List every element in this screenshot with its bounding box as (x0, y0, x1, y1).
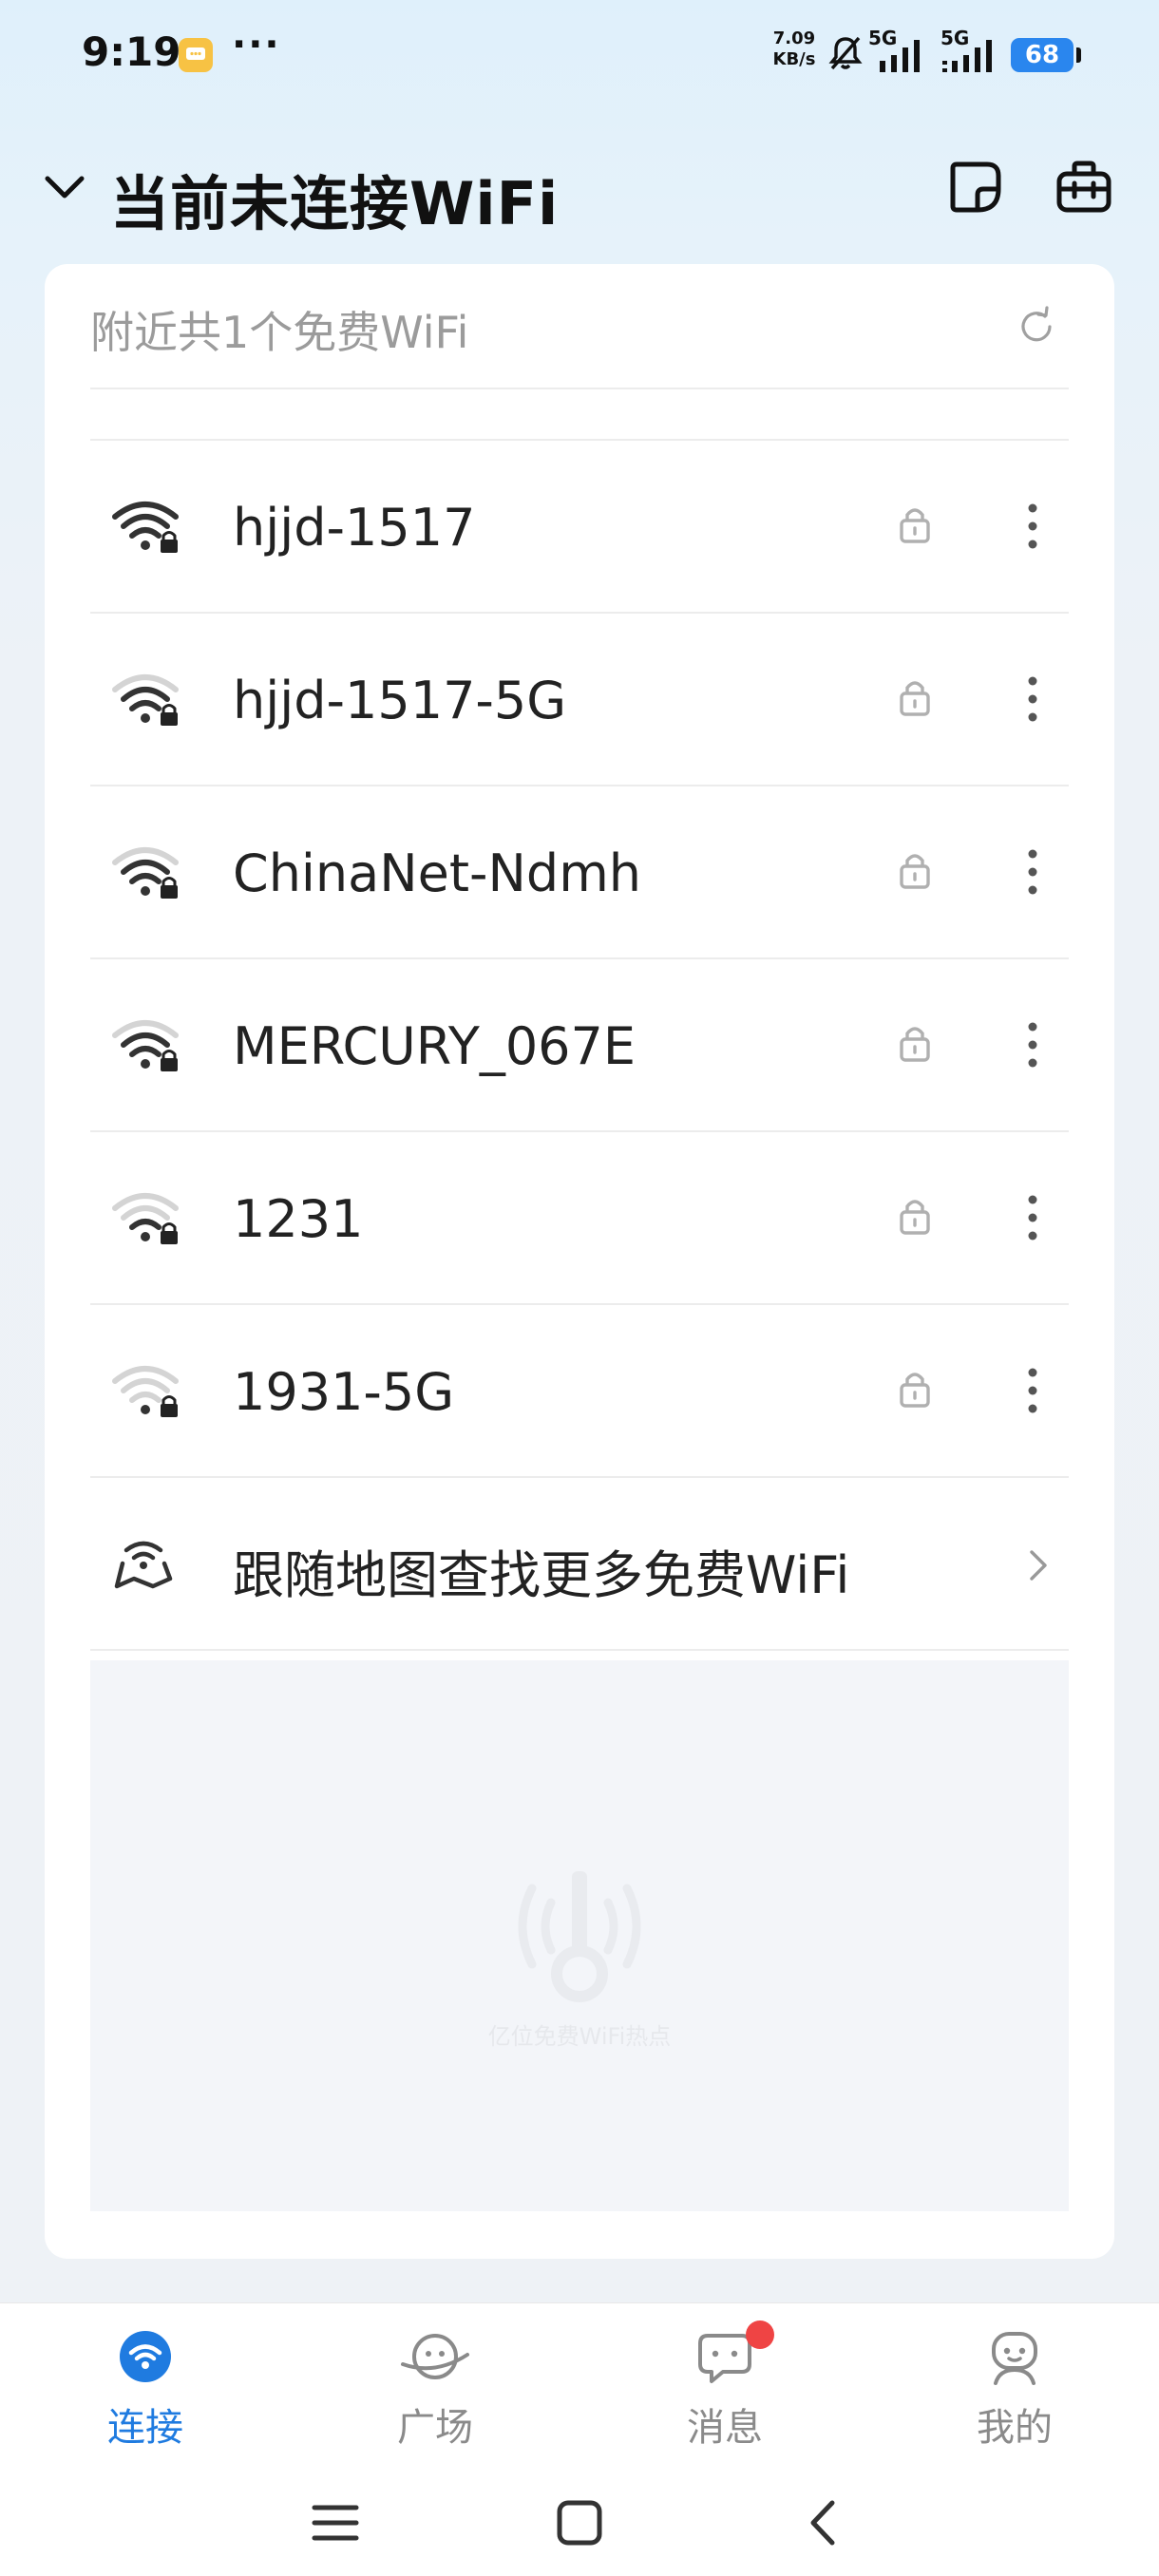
wifi-signal-lock-icon (111, 496, 183, 560)
more-options-icon[interactable] (1014, 494, 1052, 559)
signal-5g-sim2: 5G (940, 27, 1001, 78)
wifi-network-row[interactable]: hjjd-1517-5G (90, 614, 1069, 786)
wifi-network-name: ChinaNet-Ndmh (233, 843, 642, 903)
wifi-network-name: MERCURY_067E (233, 1016, 636, 1076)
map-search-link[interactable]: 跟随地图查找更多免费WiFi (90, 1478, 1069, 1651)
wifi-signal-lock-icon (111, 1014, 183, 1079)
ad-banner[interactable]: 亿位免费WiFi热点 (90, 1660, 1069, 2211)
more-options-icon[interactable] (1014, 840, 1052, 904)
network-speed: 7.09 KB/s (768, 28, 821, 70)
wifi-network-row[interactable]: hjjd-1517 (90, 441, 1069, 614)
back-arrow-icon (810, 2500, 835, 2546)
wifi-network-row[interactable]: 1231 (90, 1132, 1069, 1305)
nearby-count-text: 附近共1个免费WiFi (90, 307, 469, 358)
menu-icon (312, 2505, 359, 2541)
chevron-down-icon[interactable] (42, 169, 87, 211)
map-wifi-icon (113, 1531, 174, 1596)
lock-icon (898, 1368, 932, 1413)
wifi-network-name: 1931-5G (233, 1362, 455, 1422)
more-options-icon[interactable] (1014, 1013, 1052, 1077)
chevron-right-icon (1027, 1548, 1050, 1586)
nearby-summary: 附近共1个免费WiFi (90, 264, 1069, 389)
status-time: 9:19 (82, 28, 181, 75)
planet-face-icon (340, 2320, 530, 2393)
message-app-icon (179, 38, 213, 72)
system-navigation-bar (0, 2464, 1159, 2576)
network-type-label: 5G (868, 27, 898, 49)
lock-icon (898, 1195, 932, 1241)
tab-label: 消息 (687, 2406, 763, 2450)
unread-badge (746, 2320, 774, 2349)
lock-icon (898, 849, 932, 895)
recent-apps-button[interactable] (297, 2485, 373, 2561)
tab-square[interactable]: 广场 (340, 2320, 530, 2452)
wifi-network-name: 1231 (233, 1189, 364, 1249)
mute-bell-icon (826, 34, 864, 76)
wifi-network-name: hjjd-1517 (233, 498, 476, 558)
tab-connect[interactable]: 连接 (50, 2320, 240, 2452)
lock-icon (898, 676, 932, 722)
lock-icon (898, 503, 932, 549)
network-speed-value: 7.09 (772, 28, 816, 48)
status-bar: 9:19 ··· 7.09 KB/s 5G 5G 68 (0, 0, 1159, 112)
back-button[interactable] (785, 2485, 861, 2561)
ad-caption: 亿位免费WiFi热点 (487, 2023, 672, 2050)
toolbox-button[interactable] (1051, 154, 1117, 220)
lock-icon (898, 1022, 932, 1068)
wifi-network-row[interactable]: ChinaNet-Ndmh (90, 786, 1069, 959)
robot-face-icon (920, 2320, 1110, 2393)
home-button[interactable] (542, 2485, 618, 2561)
tab-label: 连接 (107, 2406, 183, 2450)
note-icon (950, 161, 1001, 213)
wifi-signal-lock-icon (111, 669, 183, 733)
network-type-label: 5G (940, 27, 970, 49)
wifi-key-logo-icon (504, 1850, 656, 2016)
refresh-icon[interactable] (1014, 304, 1059, 353)
wifi-network-row[interactable]: 1931-5G (90, 1305, 1069, 1478)
wifi-tab-icon (50, 2320, 240, 2393)
bottom-navigation: 连接 广场 消息 我的 (0, 2302, 1159, 2465)
wifi-network-name: hjjd-1517-5G (233, 671, 567, 730)
more-options-icon[interactable] (1014, 1185, 1052, 1250)
note-button[interactable] (942, 154, 1009, 220)
tab-messages[interactable]: 消息 (630, 2320, 820, 2452)
battery-tip (1076, 47, 1081, 63)
toolbox-icon (1056, 161, 1112, 213)
battery-indicator: 68 (1011, 38, 1074, 72)
wifi-signal-lock-icon (111, 842, 183, 906)
wifi-list: hjjd-1517 hjjd-1517-5G ChinaNet-Ndmh MERCUR… (90, 441, 1069, 1651)
map-link-text: 跟随地图查找更多免费WiFi (233, 1545, 850, 1605)
home-square-icon (557, 2500, 602, 2546)
more-options-icon[interactable] (1014, 667, 1052, 731)
status-more-icon: ··· (232, 23, 281, 66)
wifi-signal-lock-icon (111, 1187, 183, 1252)
signal-5g-sim1: 5G (868, 27, 929, 78)
network-speed-unit: KB/s (772, 49, 816, 69)
tab-label: 我的 (977, 2406, 1053, 2450)
wifi-signal-lock-icon (111, 1360, 183, 1425)
tab-label: 广场 (397, 2406, 473, 2450)
page-title[interactable]: 当前未连接WiFi (110, 156, 559, 241)
chat-bubble-icon (630, 2320, 820, 2393)
wifi-card: 附近共1个免费WiFi hjjd-1517 hjjd-1517-5G ChinaNe… (45, 264, 1114, 2259)
header: 当前未连接WiFi (0, 133, 1159, 247)
more-options-icon[interactable] (1014, 1358, 1052, 1423)
tab-profile[interactable]: 我的 (920, 2320, 1110, 2452)
wifi-network-row[interactable]: MERCURY_067E (90, 959, 1069, 1132)
